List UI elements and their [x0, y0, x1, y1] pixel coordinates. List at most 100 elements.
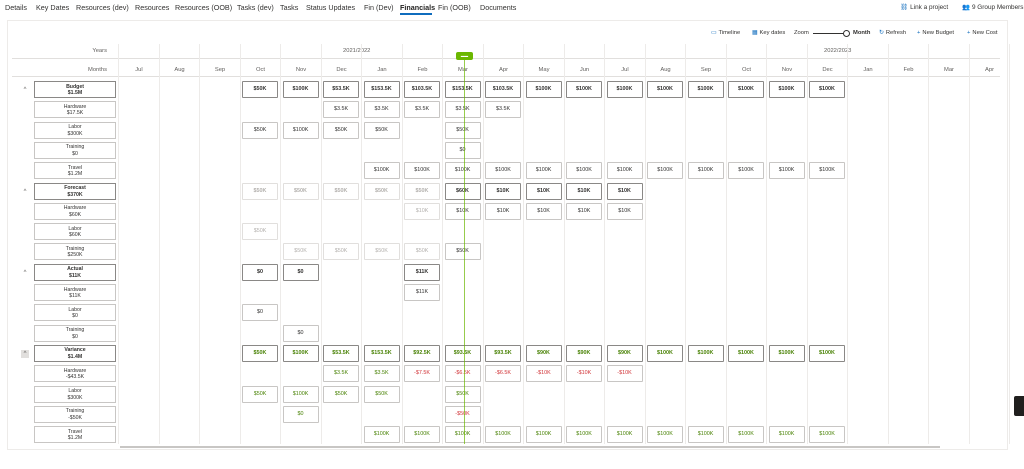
- tab-documents[interactable]: Documents: [480, 3, 516, 12]
- financial-cell[interactable]: $53.5K: [323, 344, 359, 362]
- financial-cell[interactable]: $100K: [363, 426, 400, 444]
- row-label-hardware[interactable]: Hardware $11K: [34, 284, 116, 301]
- financial-cell[interactable]: $90K: [566, 344, 602, 362]
- financial-cell[interactable]: $50K: [363, 182, 400, 200]
- financial-cell[interactable]: $10K: [404, 202, 440, 220]
- financial-cell[interactable]: $0: [242, 263, 278, 281]
- financial-cell[interactable]: $50K: [404, 182, 440, 200]
- financial-cell[interactable]: $50K: [323, 121, 359, 139]
- financial-cell[interactable]: $100K: [647, 426, 683, 444]
- financial-cell[interactable]: $100K: [809, 344, 845, 362]
- row-label-training[interactable]: Training $0: [34, 324, 116, 342]
- financial-cell[interactable]: $103.5K: [404, 81, 440, 98]
- financial-cell[interactable]: $50K: [363, 385, 400, 403]
- financial-cell[interactable]: $100K: [687, 81, 724, 98]
- zoom-slider-thumb[interactable]: [843, 30, 850, 37]
- financial-cell[interactable]: $0: [282, 263, 319, 281]
- financial-cell[interactable]: $100K: [809, 81, 845, 98]
- financial-cell[interactable]: $50K: [404, 243, 440, 261]
- financial-cell[interactable]: $100K: [566, 426, 602, 444]
- financial-cell[interactable]: $10K: [566, 202, 602, 220]
- row-label-variance[interactable]: Variance $1.4M: [34, 344, 116, 362]
- tab-fin-dev[interactable]: Fin (Dev): [364, 3, 394, 12]
- row-label-training[interactable]: Training -$50K: [34, 405, 116, 423]
- financial-cell[interactable]: $153.5K: [444, 81, 481, 98]
- financial-cell[interactable]: $92.5K: [404, 344, 440, 362]
- new-cost-button[interactable]: + New Cost: [967, 30, 998, 36]
- chat-icon[interactable]: [1014, 396, 1024, 416]
- financial-cell[interactable]: $50K: [323, 385, 359, 403]
- financial-cell[interactable]: $50K: [444, 121, 481, 139]
- financial-cell[interactable]: $50K: [363, 243, 400, 261]
- zoom-slider-track[interactable]: [813, 33, 845, 34]
- tab-tasks[interactable]: Tasks: [280, 3, 298, 12]
- financial-cell[interactable]: $100K: [768, 81, 805, 98]
- financial-cell[interactable]: $10K: [444, 202, 481, 220]
- financial-cell[interactable]: $100K: [728, 344, 764, 362]
- financial-cell[interactable]: $93.5K: [485, 344, 521, 362]
- financial-cell[interactable]: $3.5K: [404, 101, 440, 119]
- row-label-labor[interactable]: Labor $300K: [34, 385, 116, 403]
- financial-cell[interactable]: $50K: [242, 81, 278, 98]
- financial-cell[interactable]: $11K: [404, 263, 440, 281]
- financial-cell[interactable]: $60K: [444, 182, 481, 200]
- financial-cell[interactable]: $50K: [242, 223, 278, 241]
- financial-cell[interactable]: $100K: [282, 121, 319, 139]
- financial-cell[interactable]: $50K: [242, 121, 278, 139]
- financial-cell[interactable]: $10K: [606, 182, 643, 200]
- financial-cell[interactable]: $100K: [606, 426, 643, 444]
- key-dates-button[interactable]: ▦ Key dates: [752, 30, 785, 36]
- financial-cell[interactable]: $100K: [485, 426, 521, 444]
- financial-cell[interactable]: $100K: [282, 81, 319, 98]
- tab-status-updates[interactable]: Status Updates: [306, 3, 355, 12]
- financial-cell[interactable]: $3.5K: [444, 101, 481, 119]
- new-budget-button[interactable]: + New Budget: [917, 30, 954, 36]
- financial-cell[interactable]: $50K: [323, 243, 359, 261]
- collapse-chevron-icon[interactable]: ^: [21, 86, 29, 94]
- financial-cell[interactable]: $100K: [525, 81, 562, 98]
- row-label-labor[interactable]: Labor $300K: [34, 121, 116, 139]
- financial-cell[interactable]: $100K: [525, 426, 562, 444]
- financial-cell[interactable]: $0: [282, 405, 319, 423]
- financial-cell[interactable]: -$10K: [525, 365, 562, 383]
- financial-cell[interactable]: $100K: [606, 162, 643, 180]
- row-label-training[interactable]: Training $0: [34, 141, 116, 159]
- financial-cell[interactable]: $100K: [728, 162, 764, 180]
- financial-cell[interactable]: $100K: [404, 162, 440, 180]
- financial-cell[interactable]: $0: [282, 324, 319, 342]
- refresh-button[interactable]: ↻ Refresh: [879, 30, 906, 36]
- financial-cell[interactable]: $3.5K: [323, 101, 359, 119]
- horizontal-scrollbar[interactable]: [120, 446, 940, 448]
- tab-fin-oob[interactable]: Fin (OOB): [438, 3, 471, 12]
- financial-cell[interactable]: $53.5K: [323, 81, 359, 98]
- financial-cell[interactable]: $10K: [566, 182, 602, 200]
- row-label-forecast[interactable]: Forecast $370K: [34, 182, 116, 200]
- financial-cell[interactable]: -$10K: [566, 365, 602, 383]
- row-label-training[interactable]: Training $250K: [34, 243, 116, 261]
- tab-financials[interactable]: Financials: [400, 3, 435, 12]
- financial-cell[interactable]: $100K: [485, 162, 521, 180]
- row-label-travel[interactable]: Travel $1.2M: [34, 426, 116, 444]
- collapse-chevron-icon[interactable]: ^: [21, 349, 29, 358]
- row-label-hardware[interactable]: Hardware $17.5K: [34, 101, 116, 119]
- financial-cell[interactable]: $100K: [282, 385, 319, 403]
- financial-cell[interactable]: $103.5K: [485, 81, 521, 98]
- financial-cell[interactable]: $3.5K: [485, 101, 521, 119]
- financial-cell[interactable]: $100K: [728, 426, 764, 444]
- financial-cell[interactable]: $100K: [687, 162, 724, 180]
- financial-cell[interactable]: $100K: [647, 81, 683, 98]
- tab-key-dates[interactable]: Key Dates: [36, 3, 69, 12]
- financial-cell[interactable]: $100K: [809, 162, 845, 180]
- financial-cell[interactable]: $100K: [768, 426, 805, 444]
- financial-cell[interactable]: $0: [242, 304, 278, 322]
- financial-cell[interactable]: $3.5K: [363, 365, 400, 383]
- financial-cell[interactable]: $11K: [404, 284, 440, 301]
- financial-cell[interactable]: $50K: [323, 182, 359, 200]
- row-label-hardware[interactable]: Hardware -$43.5K: [34, 365, 116, 383]
- financial-cell[interactable]: $100K: [768, 344, 805, 362]
- financial-cell[interactable]: -$6.5K: [444, 365, 481, 383]
- financial-cell[interactable]: $100K: [768, 162, 805, 180]
- financial-cell[interactable]: $10K: [485, 202, 521, 220]
- row-label-labor[interactable]: Labor $0: [34, 304, 116, 322]
- financial-cell[interactable]: $0: [444, 141, 481, 159]
